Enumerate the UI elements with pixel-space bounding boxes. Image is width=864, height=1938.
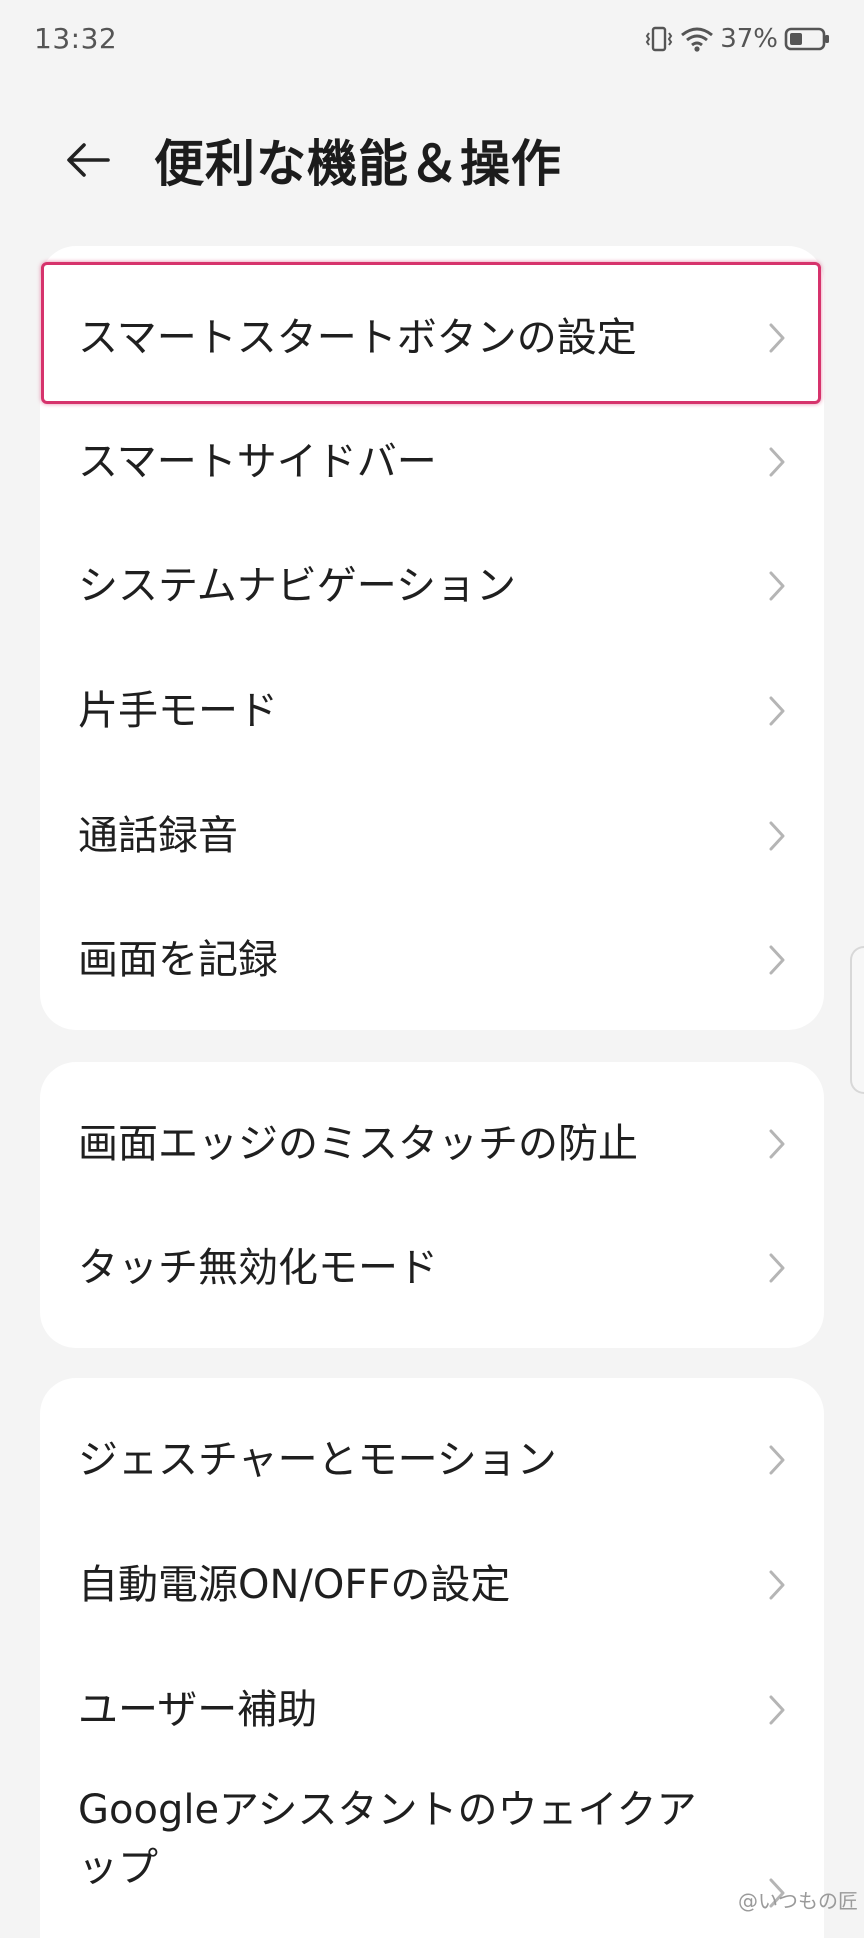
chevron-right-icon (769, 323, 785, 353)
item-label: ユーザー補助 (78, 1687, 318, 1733)
chevron-right-icon (769, 1445, 785, 1475)
one-hand-mode-item[interactable]: 片手モード (40, 649, 824, 773)
screen-record-item[interactable]: 画面を記録 (40, 898, 824, 1022)
call-recording-item[interactable]: 通話録音 (40, 774, 824, 898)
item-label: ジェスチャーとモーション (78, 1437, 557, 1483)
item-label: タッチ無効化モード (78, 1245, 438, 1291)
item-label: 自動電源ON/OFFの設定 (78, 1562, 511, 1608)
touch-disable-mode-item[interactable]: タッチ無効化モード (40, 1206, 824, 1330)
chevron-right-icon (769, 821, 785, 851)
item-label: Googleアシスタントのウェイクアップ (78, 1787, 697, 1891)
chevron-right-icon (769, 1253, 785, 1283)
chevron-right-icon (769, 696, 785, 726)
settings-group-1: スマートスタートボタンの設定 スマートサイドバー システムナビゲーション 片手モ… (40, 246, 824, 1030)
smart-start-button-settings-item[interactable]: スマートスタートボタンの設定 (40, 276, 824, 400)
chevron-right-icon (769, 571, 785, 601)
item-label: 画面エッジのミスタッチの防止 (78, 1121, 638, 1167)
item-label: スマートサイドバー (78, 439, 437, 485)
settings-group-3: ジェスチャーとモーション 自動電源ON/OFFの設定 ユーザー補助 Google… (40, 1378, 824, 1938)
chevron-right-icon (769, 447, 785, 477)
gestures-motion-item[interactable]: ジェスチャーとモーション (40, 1398, 824, 1522)
vibrate-icon (644, 24, 674, 54)
edge-mistouch-prevention-item[interactable]: 画面エッジのミスタッチの防止 (40, 1082, 824, 1206)
auto-power-on-off-item[interactable]: 自動電源ON/OFFの設定 (40, 1523, 824, 1647)
settings-group-2: 画面エッジのミスタッチの防止 タッチ無効化モード (40, 1062, 824, 1348)
accessibility-item[interactable]: ユーザー補助 (40, 1648, 824, 1772)
edge-panel-handle[interactable] (850, 946, 864, 1094)
back-arrow-icon (67, 143, 110, 177)
wifi-icon (680, 25, 714, 53)
item-label: 片手モード (78, 688, 278, 734)
battery-percent: 37% (720, 24, 778, 54)
system-navigation-item[interactable]: システムナビゲーション (40, 524, 824, 648)
watermark: @いつもの匠 (738, 1889, 858, 1913)
app-header: 便利な機能＆操作 (0, 110, 864, 210)
chevron-right-icon (769, 1129, 785, 1159)
chevron-right-icon (769, 945, 785, 975)
back-button[interactable] (56, 128, 120, 192)
item-label: 画面を記録 (78, 937, 278, 983)
battery-icon (784, 26, 830, 52)
status-time: 13:32 (34, 22, 118, 55)
page-title: 便利な機能＆操作 (154, 135, 562, 193)
chevron-right-icon (769, 1695, 785, 1725)
google-assistant-wakeup-item[interactable]: Googleアシスタントのウェイクアップ (40, 1773, 824, 1923)
smart-sidebar-item[interactable]: スマートサイドバー (40, 400, 824, 524)
status-icons: 37% (644, 24, 830, 54)
chevron-right-icon (769, 1570, 785, 1600)
status-bar: 13:32 37% (0, 0, 864, 84)
item-label: システムナビゲーション (78, 563, 516, 609)
item-label: 通話録音 (78, 813, 238, 859)
item-label: スマートスタートボタンの設定 (78, 315, 637, 361)
